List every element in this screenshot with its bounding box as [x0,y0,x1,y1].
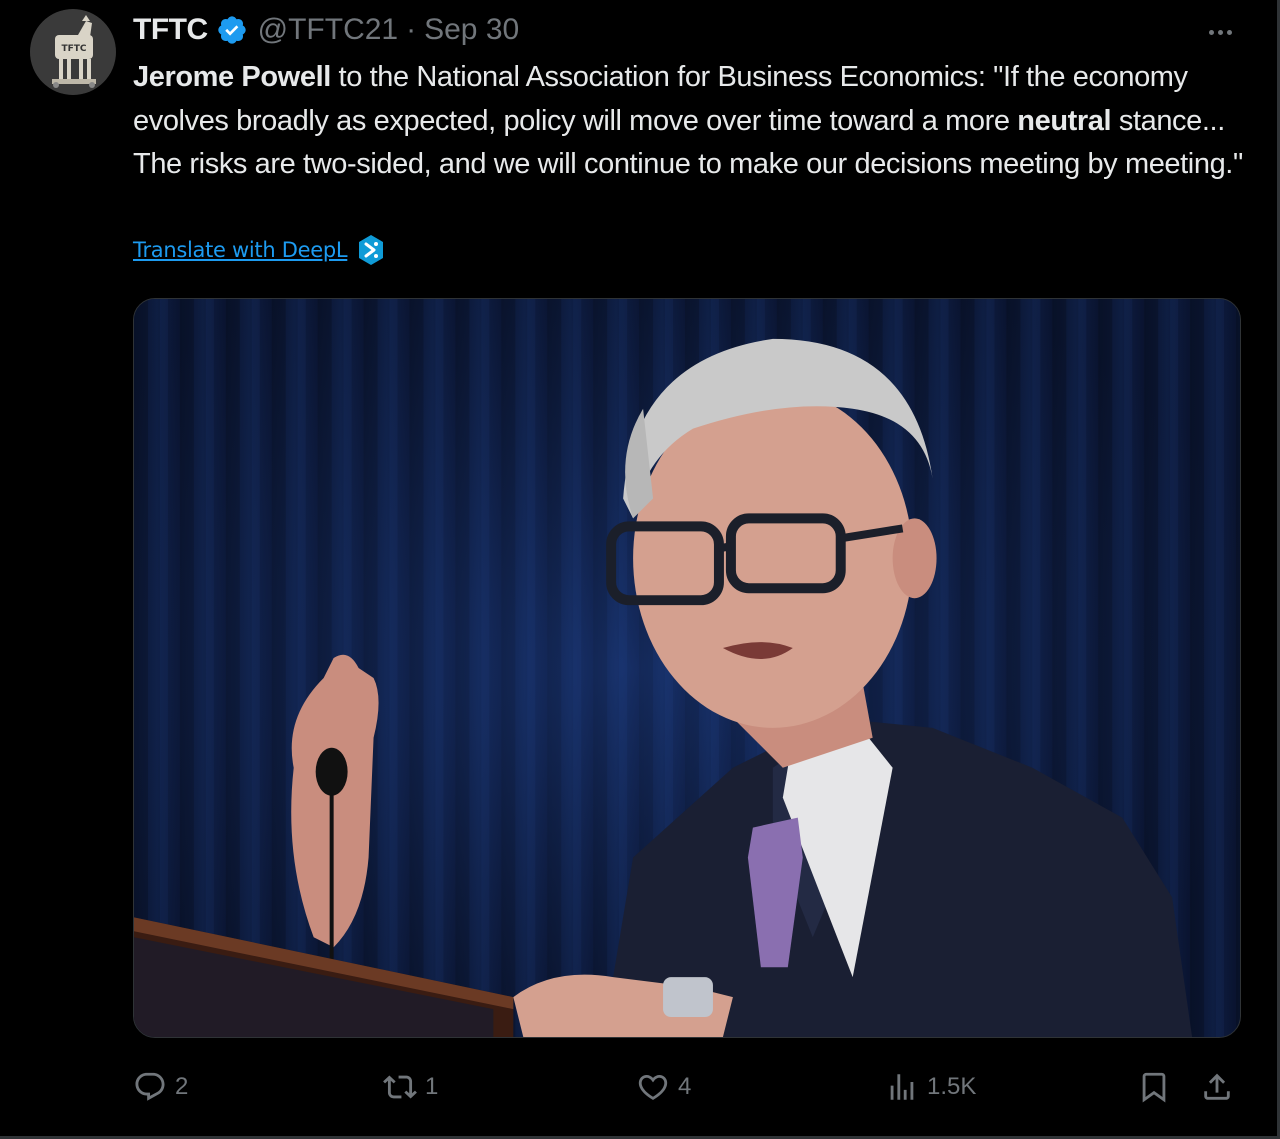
separator: · [406,13,417,46]
like-button[interactable]: 4 [636,1062,691,1112]
like-count: 4 [678,1073,692,1100]
svg-text:TFTC: TFTC [61,44,86,54]
share-icon [1204,1073,1230,1100]
reply-count: 2 [175,1073,189,1100]
repost-count: 1 [425,1073,439,1100]
reply-button[interactable]: 2 [133,1062,188,1112]
views-icon [890,1074,914,1100]
tweet-text: Jerome Powell to the National Associatio… [133,56,1243,187]
repost-button[interactable]: 1 [383,1062,438,1112]
tweet-date[interactable]: Sep 30 [424,13,519,47]
author-handle[interactable]: @TFTC21 [258,13,398,47]
tweet-actions: 2 1 4 1.5K [133,1062,1241,1112]
deepl-icon [357,234,385,266]
tweet-text-emphasis: neutral [1017,104,1112,137]
verified-badge-icon[interactable] [216,14,248,46]
tweet[interactable]: TFTC TFTC @TFTC21 · Sep 30 Jerome Powell… [0,0,1280,1139]
author-name[interactable]: TFTC [133,13,208,47]
more-dot [1208,29,1214,35]
heart-icon [638,1074,668,1100]
share-button[interactable] [1200,1062,1234,1112]
more-dot [1217,29,1223,35]
press-conference-photo [134,299,1240,1037]
avatar[interactable]: TFTC [30,9,116,95]
trojan-horse-avatar: TFTC [30,9,116,95]
reply-icon [135,1072,165,1101]
tweet-photo[interactable] [133,298,1241,1038]
repost-icon [383,1075,417,1099]
translate-link[interactable]: Translate with DeepL [133,238,348,262]
more-icon[interactable] [1200,18,1240,46]
views-button[interactable]: 1.5K [885,1062,976,1112]
bookmark-button[interactable] [1137,1062,1171,1112]
more-dot [1226,29,1232,35]
views-count: 1.5K [927,1073,977,1100]
bookmark-icon [1142,1072,1166,1103]
tweet-header: TFTC @TFTC21 · Sep 30 [133,10,519,50]
tweet-text-mention: Jerome Powell [133,61,331,93]
translate-row: Translate with DeepL [133,234,385,266]
